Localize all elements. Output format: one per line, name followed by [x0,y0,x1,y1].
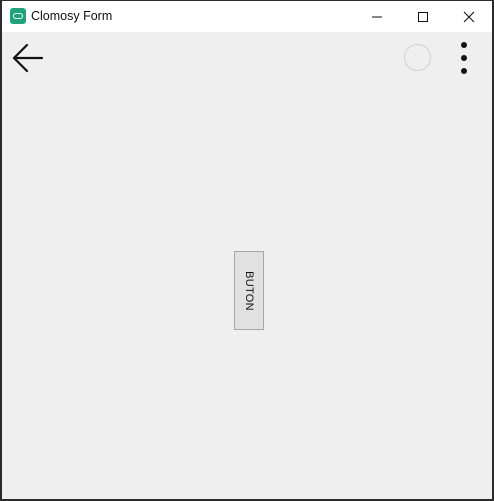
circle-icon[interactable] [404,44,431,71]
buton-button[interactable]: BUTON [234,251,264,330]
app-window: Clomosy Form BUTON [0,0,494,501]
more-vertical-icon [461,42,467,48]
more-vertical-icon-dot-3 [461,68,467,74]
minimize-icon [372,16,382,18]
maximize-icon [418,12,428,22]
back-button[interactable] [12,42,46,74]
buton-button-label: BUTON [243,270,255,311]
close-button[interactable] [446,1,492,32]
arrow-left-icon [12,43,44,73]
window-title: Clomosy Form [31,9,113,23]
close-icon [463,11,475,23]
minimize-button[interactable] [354,1,400,32]
more-vertical-icon-dot-2 [461,55,467,61]
maximize-button[interactable] [400,1,446,32]
more-options-button[interactable] [454,41,474,75]
clomosy-app-icon [10,8,26,24]
title-bar[interactable]: Clomosy Form [2,1,492,32]
